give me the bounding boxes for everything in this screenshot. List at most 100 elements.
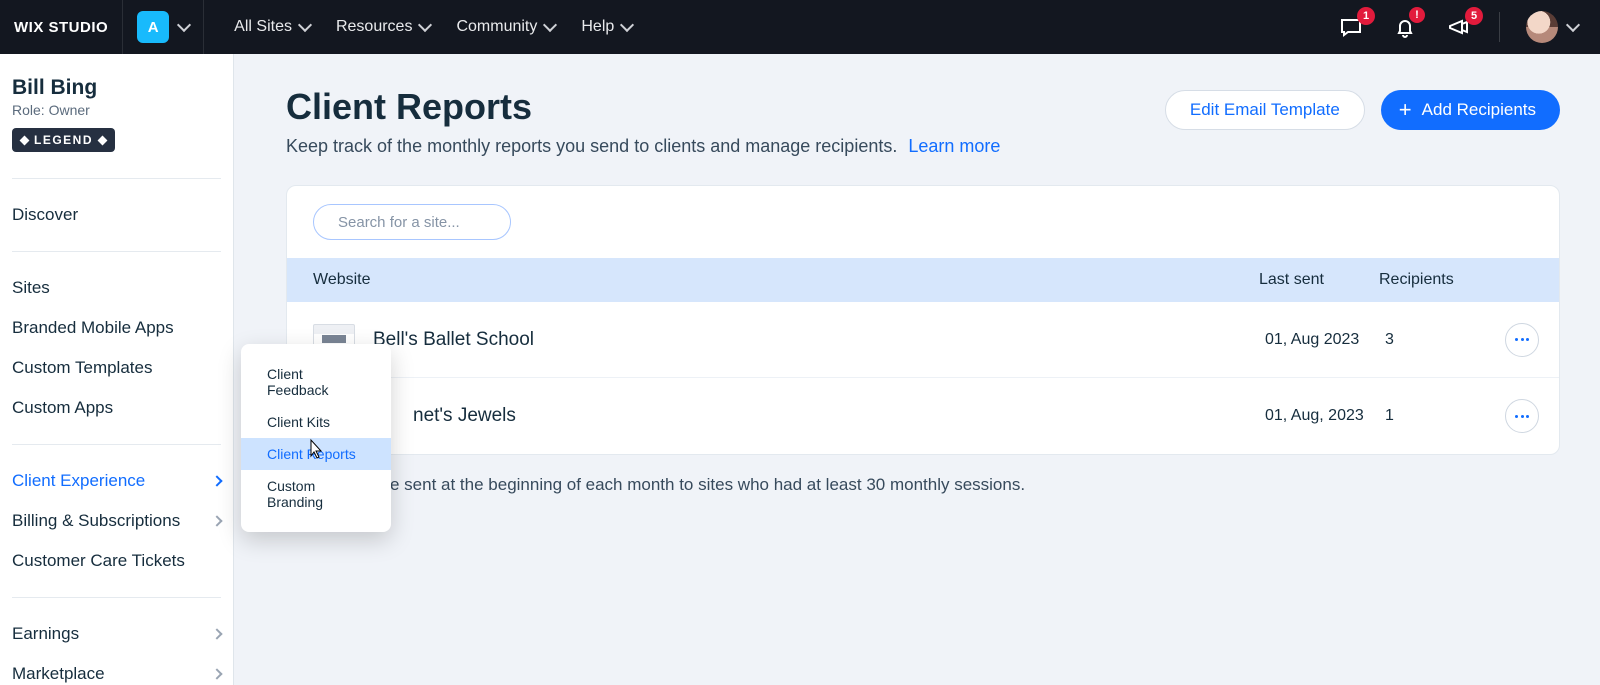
logo-block: WIX STUDIO xyxy=(0,0,123,54)
nav-resources[interactable]: Resources xyxy=(326,12,440,42)
plus-icon: + xyxy=(1399,99,1412,121)
avatar xyxy=(1526,11,1558,43)
sidebar-item-custom-apps[interactable]: Custom Apps xyxy=(0,388,233,428)
sidebar: Bill Bing Role: Owner LEGEND Discover Si… xyxy=(0,54,234,685)
flyout-client-kits[interactable]: Client Kits xyxy=(241,406,391,438)
table-row[interactable]: Bell's Ballet School 01, Aug 2023 3 xyxy=(287,302,1559,378)
sidebar-divider xyxy=(12,178,221,179)
sidebar-item-label: Billing & Subscriptions xyxy=(12,511,180,531)
sidebar-item-label: Custom Apps xyxy=(12,398,113,418)
chevron-right-icon xyxy=(211,628,222,639)
sidebar-item-label: Marketplace xyxy=(12,664,105,684)
top-bar: WIX STUDIO A All Sites Resources Communi… xyxy=(0,0,1600,54)
edit-email-template-button[interactable]: Edit Email Template xyxy=(1165,90,1365,130)
chevron-down-icon xyxy=(543,18,557,32)
nav-help-label: Help xyxy=(581,18,614,36)
search-input-wrapper[interactable] xyxy=(313,204,511,240)
reports-card: Website Last sent Recipients Bell's Ball… xyxy=(286,185,1560,455)
last-sent-value: 01, Aug 2023 xyxy=(1265,329,1385,351)
row-more-button[interactable] xyxy=(1505,399,1539,433)
col-last-sent: Last sent xyxy=(1259,271,1379,289)
page-subtitle-text: Keep track of the monthly reports you se… xyxy=(286,136,897,156)
chevron-right-icon xyxy=(211,475,222,486)
chevron-right-icon xyxy=(211,668,222,679)
nav-all-sites[interactable]: All Sites xyxy=(224,12,320,42)
site-selector[interactable]: A xyxy=(123,0,204,54)
account-menu[interactable] xyxy=(1526,11,1578,43)
add-recipients-button[interactable]: + Add Recipients xyxy=(1381,90,1560,130)
sidebar-item-label: Discover xyxy=(12,205,78,225)
learn-more-link[interactable]: Learn more xyxy=(908,136,1000,156)
tray-divider xyxy=(1499,12,1500,42)
sidebar-item-marketplace[interactable]: Marketplace xyxy=(0,654,233,685)
main-content: Client Reports Keep track of the monthly… xyxy=(234,54,1600,685)
nav-help[interactable]: Help xyxy=(571,12,642,42)
chevron-right-icon xyxy=(211,515,222,526)
messages-button[interactable]: 1 xyxy=(1337,13,1365,41)
row-more-button[interactable] xyxy=(1505,323,1539,357)
legend-chip: LEGEND xyxy=(12,128,115,152)
announcements-button[interactable]: 5 xyxy=(1445,13,1473,41)
nav-community-label: Community xyxy=(456,18,537,36)
recipients-value: 1 xyxy=(1385,407,1505,425)
search-row xyxy=(287,186,1559,258)
sidebar-item-branded-apps[interactable]: Branded Mobile Apps xyxy=(0,308,233,348)
sidebar-divider xyxy=(12,597,221,598)
add-recipients-label: Add Recipients xyxy=(1422,100,1536,120)
col-website: Website xyxy=(287,271,1259,289)
page-header: Client Reports Keep track of the monthly… xyxy=(286,86,1560,157)
sidebar-item-label: Branded Mobile Apps xyxy=(12,318,174,338)
nav-community[interactable]: Community xyxy=(446,12,565,42)
recipients-value: 3 xyxy=(1385,331,1505,349)
sidebar-item-tickets[interactable]: Customer Care Tickets xyxy=(0,541,233,581)
page-title: Client Reports xyxy=(286,86,1000,128)
sidebar-item-client-experience[interactable]: Client Experience xyxy=(0,461,233,501)
sidebar-item-earnings[interactable]: Earnings xyxy=(0,614,233,654)
sidebar-item-label: Custom Templates xyxy=(12,358,152,378)
chevron-down-icon xyxy=(177,18,191,32)
flyout-custom-branding[interactable]: Custom Branding xyxy=(241,470,391,518)
nav-resources-label: Resources xyxy=(336,18,412,36)
dots-icon xyxy=(1515,415,1529,418)
flyout-client-feedback[interactable]: Client Feedback xyxy=(241,358,391,406)
legend-label: LEGEND xyxy=(34,133,93,147)
sidebar-item-label: Earnings xyxy=(12,624,79,644)
footnote: e sent at the beginning of each month to… xyxy=(386,475,1560,495)
chevron-down-icon xyxy=(298,18,312,32)
notifications-button[interactable]: ! xyxy=(1391,13,1419,41)
table-row[interactable]: net's Jewels 01, Aug, 2023 1 xyxy=(287,378,1559,454)
dots-icon xyxy=(1515,338,1529,341)
chevron-down-icon xyxy=(620,18,634,32)
site-swatch: A xyxy=(137,11,169,43)
notifications-warn-badge: ! xyxy=(1409,7,1425,23)
sidebar-user-role: Role: Owner xyxy=(12,102,221,118)
chevron-down-icon xyxy=(1566,18,1580,32)
cursor-icon xyxy=(305,438,323,460)
search-input[interactable] xyxy=(338,214,537,231)
sidebar-item-billing[interactable]: Billing & Subscriptions xyxy=(0,501,233,541)
sidebar-item-label: Client Experience xyxy=(12,471,145,491)
top-nav: All Sites Resources Community Help xyxy=(204,12,662,42)
site-name: net's Jewels xyxy=(413,405,516,427)
app-logo: WIX STUDIO xyxy=(14,19,108,36)
sidebar-item-sites[interactable]: Sites xyxy=(0,268,233,308)
site-name: Bell's Ballet School xyxy=(373,329,534,351)
last-sent-value: 01, Aug, 2023 xyxy=(1265,405,1385,427)
sidebar-item-discover[interactable]: Discover xyxy=(0,195,233,235)
sidebar-divider xyxy=(12,251,221,252)
footnote-text: e sent at the beginning of each month to… xyxy=(390,475,1025,494)
col-recipients: Recipients xyxy=(1379,271,1499,289)
header-actions: Edit Email Template + Add Recipients xyxy=(1165,90,1560,130)
table-header: Website Last sent Recipients xyxy=(287,258,1559,302)
diamond-icon xyxy=(98,135,108,145)
sidebar-divider xyxy=(12,444,221,445)
sidebar-user: Bill Bing Role: Owner LEGEND xyxy=(0,76,233,162)
nav-all-sites-label: All Sites xyxy=(234,18,292,36)
chevron-down-icon xyxy=(418,18,432,32)
messages-badge: 1 xyxy=(1357,7,1375,25)
sidebar-item-custom-templates[interactable]: Custom Templates xyxy=(0,348,233,388)
sidebar-user-name: Bill Bing xyxy=(12,76,221,100)
diamond-icon xyxy=(20,135,30,145)
page-subtitle: Keep track of the monthly reports you se… xyxy=(286,136,1000,157)
announcements-badge: 5 xyxy=(1465,7,1483,25)
